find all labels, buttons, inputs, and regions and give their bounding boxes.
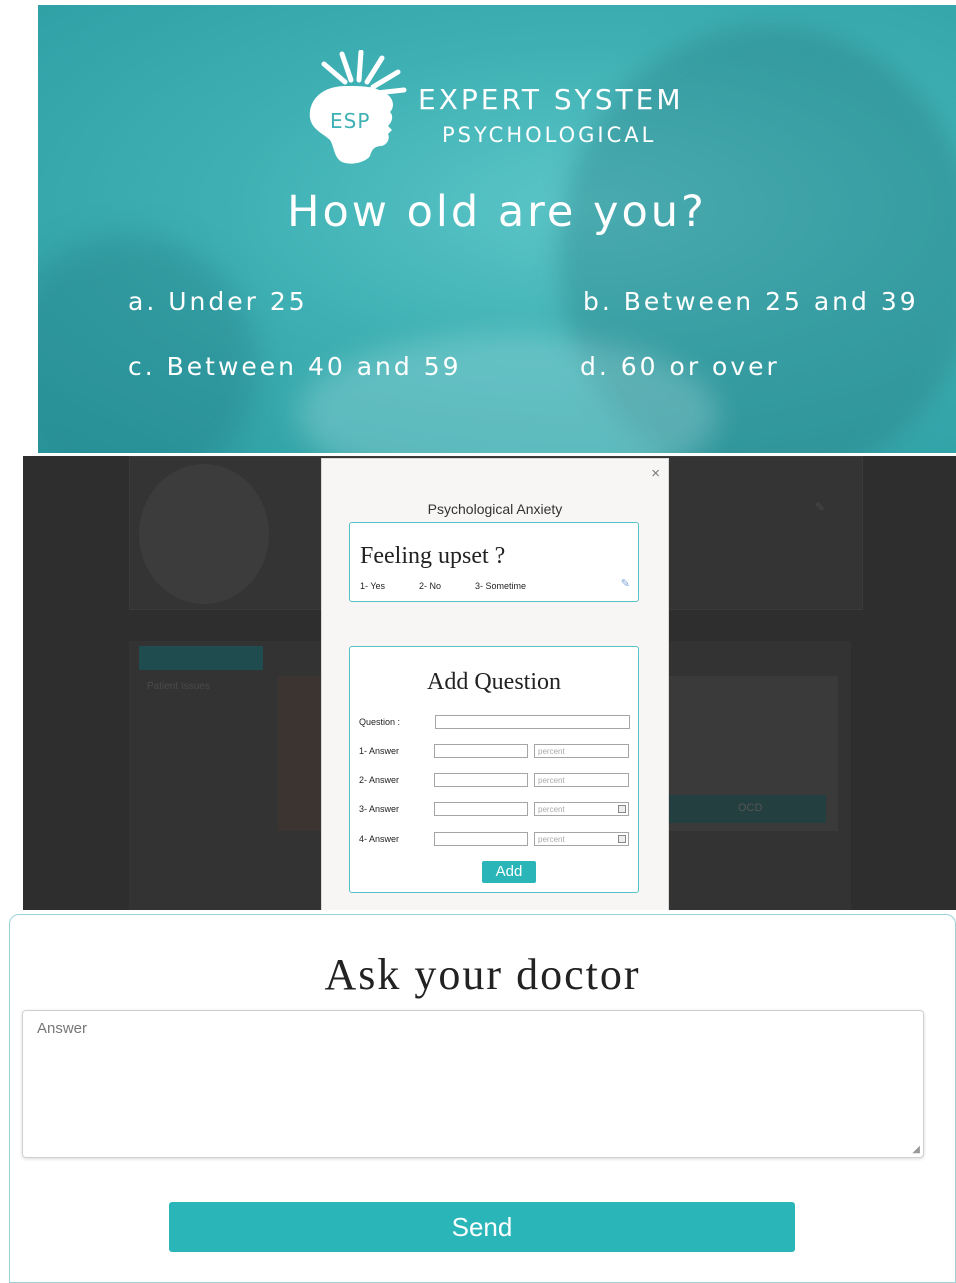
percent-placeholder: percent [538,805,565,814]
brand-subtitle: PSYCHOLOGICAL [442,123,657,147]
answer-4-label: 4- Answer [359,834,400,844]
add-button[interactable]: Add [482,861,536,883]
answer-label: 1- Yes [360,581,386,591]
svg-text:ESP: ESP [330,109,370,133]
dashboard-overlay: ✎ Patient Issues OCD × Psychological Anx… [23,456,956,910]
form-title: Add Question [427,669,561,695]
background-shape [38,235,258,453]
answer-label: 2- No [419,581,442,591]
answer-option-c[interactable]: c. Between 40 and 59 [128,352,462,381]
category-photo: OCD [666,676,838,831]
answer-option-a[interactable]: a. Under 25 [128,287,308,316]
question-label: Question : [359,717,401,727]
category-photo [278,676,323,831]
answer-textarea[interactable]: Answer ◢ [22,1010,924,1158]
quiz-question: How old are you? [287,187,707,237]
resize-grip-icon[interactable]: ◢ [912,1144,920,1155]
pencil-icon: ✎ [815,500,826,514]
question-input[interactable] [435,715,630,729]
esp-head-logo-icon: ESP [309,50,407,164]
brand-title: EXPERT SYSTEM [418,83,684,116]
pencil-icon[interactable]: ✎ [621,577,630,590]
ask-doctor-panel: Ask your doctor Answer ◢ Send [9,914,956,1283]
photo-caption: OCD [738,802,763,814]
spinner-arrows-icon[interactable] [618,805,626,813]
answer-2-label: 2- Answer [359,775,400,785]
sidebar-tab [139,646,263,670]
close-icon[interactable]: × [651,465,660,482]
question-modal: × Psychological Anxiety Feeling upset ? … [321,458,669,910]
question-card: Feeling upset ? 1- Yes 2- No 3- Sometime… [349,522,639,602]
answer-1-input[interactable] [434,744,528,758]
answer-3-percent-input[interactable]: percent [534,802,629,816]
answer-label: 3- Sometime [475,581,527,591]
ask-doctor-title: Ask your doctor [324,950,641,999]
answer-3-label: 3- Answer [359,804,400,814]
answer-4-input[interactable] [434,832,528,846]
answer-4-percent-input[interactable]: percent [534,832,629,846]
question-text: Feeling upset ? [360,543,506,569]
answer-placeholder: Answer [37,1020,88,1037]
modal-title: Psychological Anxiety [427,501,563,517]
answer-option-b[interactable]: b. Between 25 and 39 [583,287,919,316]
photo-caption-band: OCD [666,795,826,823]
add-question-form: Add Question Question : 1- Answer percen… [349,646,639,893]
quiz-hero-panel: ESP EXPERT SYSTEM PSYCHOLOGICAL How old … [38,5,956,453]
answer-2-percent-input[interactable]: percent [534,773,629,787]
answer-1-label: 1- Answer [359,746,400,756]
percent-placeholder: percent [538,835,565,844]
spinner-arrows-icon[interactable] [618,835,626,843]
sidebar-item-patient-issues: Patient Issues [147,681,210,692]
send-button[interactable]: Send [169,1202,795,1252]
avatar [139,464,269,604]
answer-2-input[interactable] [434,773,528,787]
answer-3-input[interactable] [434,802,528,816]
answer-option-d[interactable]: d. 60 or over [580,352,780,381]
answer-1-percent-input[interactable]: percent [534,744,629,758]
